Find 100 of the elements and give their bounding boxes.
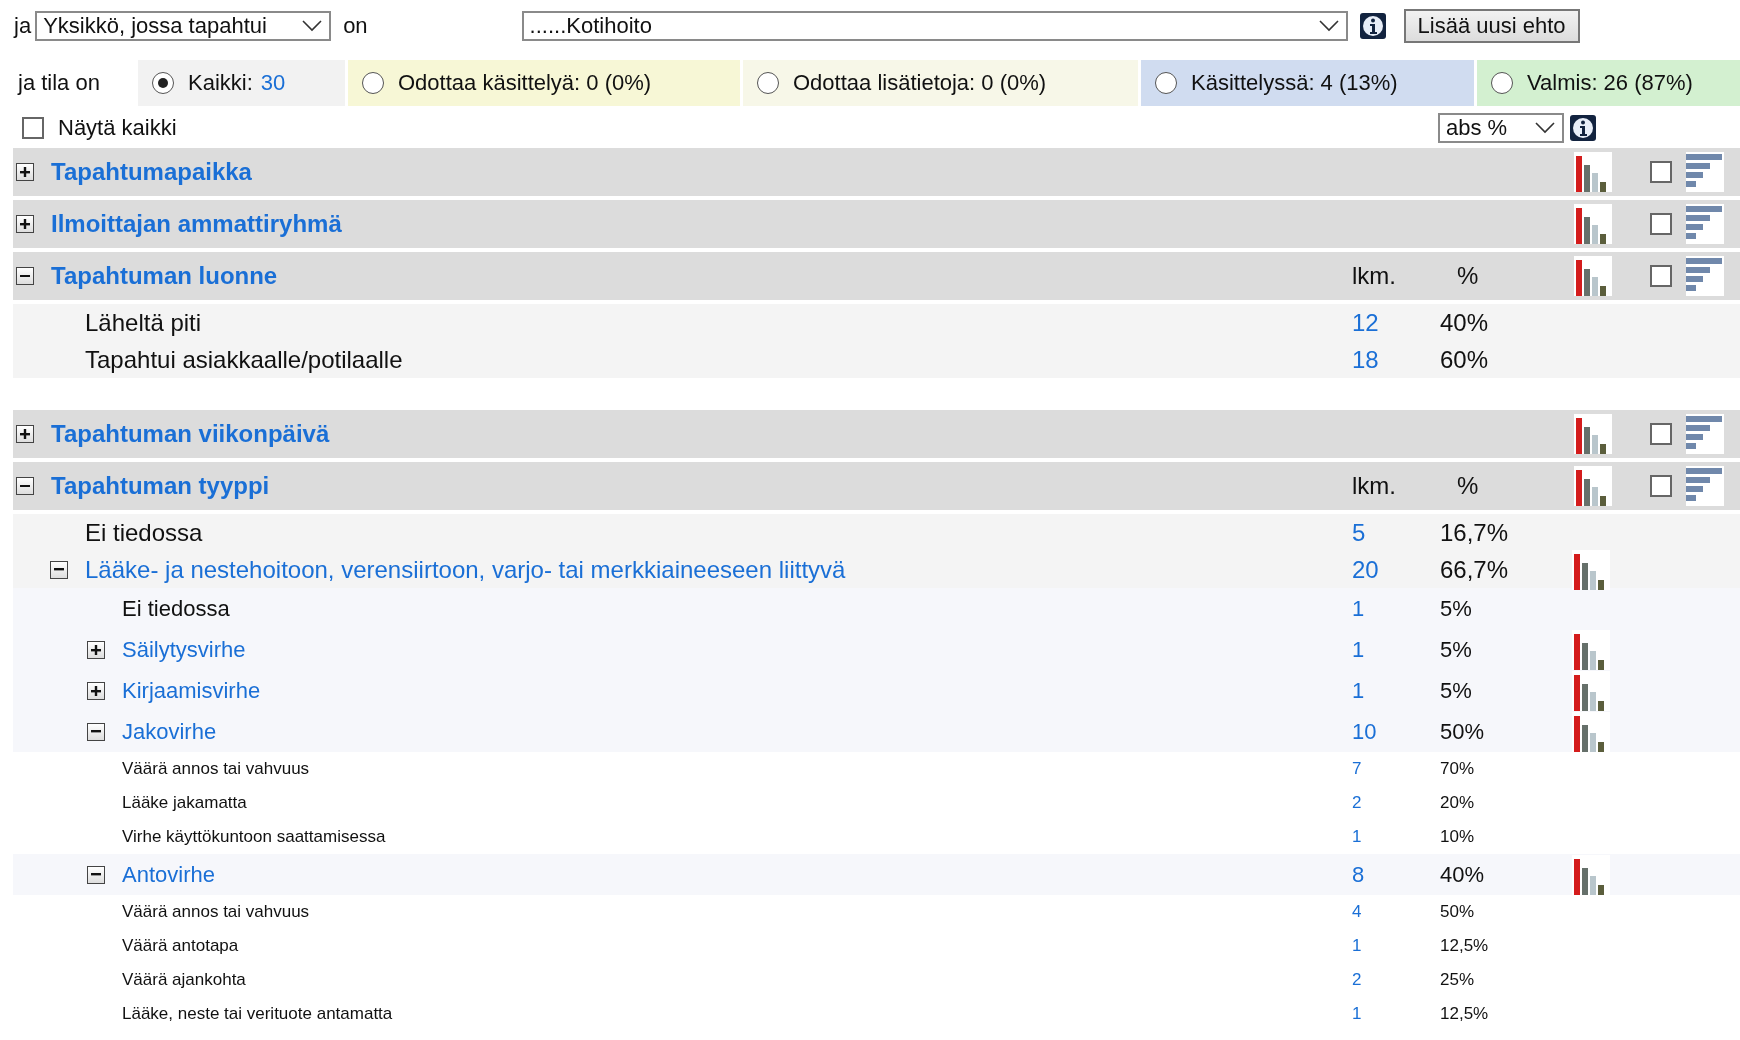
percent-value: 50% bbox=[1440, 902, 1476, 922]
count-link[interactable]: 4 bbox=[1352, 902, 1440, 922]
count-link[interactable]: 1 bbox=[1352, 936, 1440, 956]
bar-chart-icon[interactable] bbox=[1572, 629, 1610, 670]
percent-value: 5% bbox=[1440, 636, 1473, 663]
minus-icon bbox=[54, 568, 64, 571]
count-link[interactable]: 12 bbox=[1352, 308, 1440, 337]
status-option-label: Odottaa lisätietoja: 0 (0%) bbox=[793, 70, 1047, 96]
count-link[interactable]: 18 bbox=[1352, 345, 1440, 374]
radio-button[interactable] bbox=[757, 72, 779, 94]
bar-chart-icon[interactable] bbox=[1574, 152, 1612, 192]
status-option-label: Valmis: 26 (87%) bbox=[1527, 70, 1693, 96]
plus-icon bbox=[91, 644, 101, 655]
radio-button[interactable] bbox=[152, 72, 174, 94]
percent-value: 10% bbox=[1440, 827, 1476, 847]
bar-chart-icon[interactable] bbox=[1574, 256, 1612, 296]
count-link[interactable]: 1 bbox=[1352, 677, 1440, 704]
value-dropdown[interactable]: ......Kotihoito bbox=[521, 11, 1348, 41]
bar-chart-icon[interactable] bbox=[1574, 204, 1612, 244]
count-link[interactable]: 20 bbox=[1352, 555, 1440, 584]
expand-button[interactable] bbox=[16, 425, 34, 443]
count-link[interactable]: 1 bbox=[1352, 1004, 1440, 1024]
info-icon[interactable] bbox=[1359, 13, 1386, 39]
status-option[interactable]: Odottaa käsittelyä: 0 (0%) bbox=[348, 60, 740, 106]
category-link[interactable]: Jakovirhe bbox=[122, 718, 1352, 745]
bar-chart-icon[interactable] bbox=[1572, 854, 1610, 895]
sort-icon[interactable] bbox=[1686, 152, 1724, 192]
checkbox[interactable] bbox=[22, 117, 44, 139]
sort-icon[interactable] bbox=[1686, 466, 1724, 506]
percent-value: 50% bbox=[1440, 718, 1486, 745]
bar-chart-icon[interactable] bbox=[1572, 711, 1610, 752]
section-title-link[interactable]: Tapahtumapaikka bbox=[51, 158, 1352, 186]
radio-button[interactable] bbox=[362, 72, 384, 94]
category-label: Läheltä piti bbox=[85, 308, 203, 337]
count-link[interactable]: 7 bbox=[1352, 759, 1440, 779]
percent-value: 12,5% bbox=[1440, 1004, 1490, 1024]
collapse-button[interactable] bbox=[87, 865, 105, 884]
field-dropdown[interactable]: Yksikkö, jossa tapahtui bbox=[35, 11, 332, 41]
category-label: Väärä ajankohta bbox=[122, 970, 247, 990]
count-link[interactable]: 1 bbox=[1352, 595, 1440, 622]
expand-button[interactable] bbox=[16, 215, 34, 233]
sort-icon[interactable] bbox=[1686, 256, 1724, 296]
section-title-link[interactable]: Tapahtuman viikonpäivä bbox=[51, 420, 1352, 448]
checkbox[interactable] bbox=[1650, 213, 1672, 235]
plus-icon bbox=[91, 685, 101, 696]
count-link[interactable]: 2 bbox=[1352, 970, 1440, 990]
collapse-button[interactable] bbox=[16, 477, 34, 495]
checkbox[interactable] bbox=[1650, 161, 1672, 183]
bar-chart-icon[interactable] bbox=[1574, 466, 1612, 506]
bar-chart-icon[interactable] bbox=[1574, 414, 1612, 454]
radio-button[interactable] bbox=[1491, 72, 1513, 94]
category-link[interactable]: Antovirhe bbox=[122, 861, 1352, 888]
status-option[interactable]: Käsittelyssä: 4 (13%) bbox=[1141, 60, 1474, 106]
radio-button[interactable] bbox=[1155, 72, 1177, 94]
category-link[interactable]: Lääke- ja nestehoitoon, verensiirtoon, varjo- tai merkkiaineeseen liittyvä bbox=[85, 555, 1352, 584]
add-condition-button[interactable]: Lisää uusi ehto bbox=[1403, 9, 1580, 43]
bar-chart-icon[interactable] bbox=[1572, 549, 1610, 590]
checkbox[interactable] bbox=[1650, 423, 1672, 445]
count-link[interactable]: 2 bbox=[1352, 793, 1440, 813]
status-option-label: Kaikki: bbox=[188, 70, 253, 96]
percent-value: 5% bbox=[1440, 677, 1473, 704]
percent-value: 16,7% bbox=[1440, 518, 1510, 547]
expand-button[interactable] bbox=[16, 163, 34, 181]
status-count-link[interactable]: 30 bbox=[260, 70, 286, 96]
count-link[interactable]: 8 bbox=[1352, 861, 1440, 888]
minus-icon bbox=[91, 873, 101, 876]
category-label: Väärä antotapa bbox=[122, 936, 240, 956]
column-header: lkm. bbox=[1352, 262, 1397, 290]
category-label: Lääke jakamatta bbox=[122, 793, 248, 813]
status-option[interactable]: Odottaa lisätietoja: 0 (0%) bbox=[743, 60, 1138, 106]
percent-value: 60% bbox=[1440, 345, 1490, 374]
display-mode-dropdown[interactable]: abs % bbox=[1438, 113, 1564, 143]
category-label: Ei tiedossa bbox=[85, 518, 204, 547]
filter-prefix-label: ja bbox=[14, 13, 32, 39]
sort-icon[interactable] bbox=[1686, 204, 1724, 244]
count-link[interactable]: 1 bbox=[1352, 827, 1440, 847]
category-link[interactable]: Kirjaamisvirhe bbox=[122, 677, 1352, 704]
status-label: ja tila on bbox=[18, 70, 101, 96]
expand-button[interactable] bbox=[87, 640, 105, 659]
checkbox[interactable] bbox=[1650, 475, 1672, 497]
category-label: Väärä annos tai vahvuus bbox=[122, 759, 311, 779]
collapse-button[interactable] bbox=[16, 267, 34, 285]
checkbox[interactable] bbox=[1650, 265, 1672, 287]
expand-button[interactable] bbox=[87, 681, 105, 700]
percent-value: 25% bbox=[1440, 970, 1476, 990]
sort-icon[interactable] bbox=[1686, 414, 1724, 454]
section-title-link[interactable]: Ilmoittajan ammattiryhmä bbox=[51, 210, 1352, 238]
category-link[interactable]: Säilytysvirhe bbox=[122, 636, 1352, 663]
status-option[interactable]: Valmis: 26 (87%) bbox=[1477, 60, 1740, 106]
section-title-link[interactable]: Tapahtuman tyyppi bbox=[51, 472, 1352, 500]
status-option[interactable]: Kaikki: 30 bbox=[138, 60, 345, 106]
count-link[interactable]: 10 bbox=[1352, 718, 1440, 745]
column-header: % bbox=[1456, 262, 1480, 290]
info-icon[interactable] bbox=[1570, 115, 1596, 141]
count-link[interactable]: 5 bbox=[1352, 518, 1440, 547]
count-link[interactable]: 1 bbox=[1352, 636, 1440, 663]
collapse-button[interactable] bbox=[50, 560, 68, 579]
section-title-link[interactable]: Tapahtuman luonne bbox=[51, 262, 1352, 290]
bar-chart-icon[interactable] bbox=[1572, 670, 1610, 711]
collapse-button[interactable] bbox=[87, 722, 105, 741]
